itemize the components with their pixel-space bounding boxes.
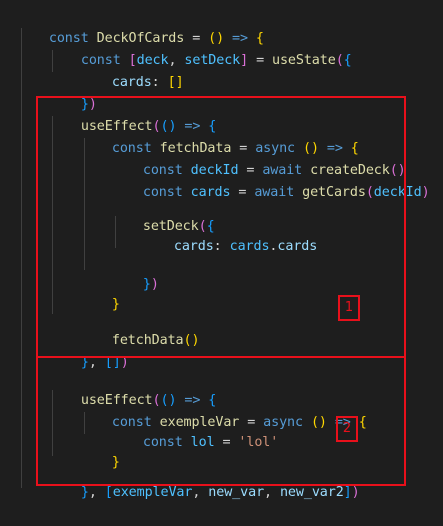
bracket-token: ] <box>240 53 249 68</box>
identifier-token: setDeck <box>184 53 241 68</box>
punct-token: , <box>192 485 209 500</box>
bracket-token: [ <box>104 485 113 500</box>
bracket-token: } <box>80 485 89 500</box>
annotation-label-2: 2 <box>336 416 358 442</box>
identifier-token: exempleVar <box>112 485 193 500</box>
code-line[interactable]: }) <box>49 72 97 112</box>
function-token: useState <box>272 53 336 68</box>
code-line[interactable]: cards: [] <box>80 50 184 90</box>
bracket-token: [] <box>167 75 184 90</box>
code-line[interactable]: const [deck, setDeck] = useState({ <box>49 28 352 68</box>
code-line[interactable]: const DeckOfCards = () => { <box>17 6 264 46</box>
identifier-token: new_var2 <box>279 485 344 500</box>
bracket-token: { <box>343 53 352 68</box>
bracket-token: ] <box>343 485 352 500</box>
code-editor[interactable]: const DeckOfCards = () => { const [deck,… <box>0 0 443 500</box>
identifier-token: new_var <box>208 485 265 500</box>
bracket-token: ) <box>421 185 430 200</box>
punct-token: : <box>151 75 168 90</box>
property-token: cards <box>111 75 152 90</box>
indent-guide <box>21 28 22 488</box>
bracket-token: ( <box>335 53 344 68</box>
bracket-token: ) <box>351 485 360 500</box>
punct-token: , <box>264 485 280 500</box>
operator-token: = <box>248 53 272 68</box>
annotation-label-1: 1 <box>338 295 360 321</box>
punct-token: , <box>88 485 105 500</box>
